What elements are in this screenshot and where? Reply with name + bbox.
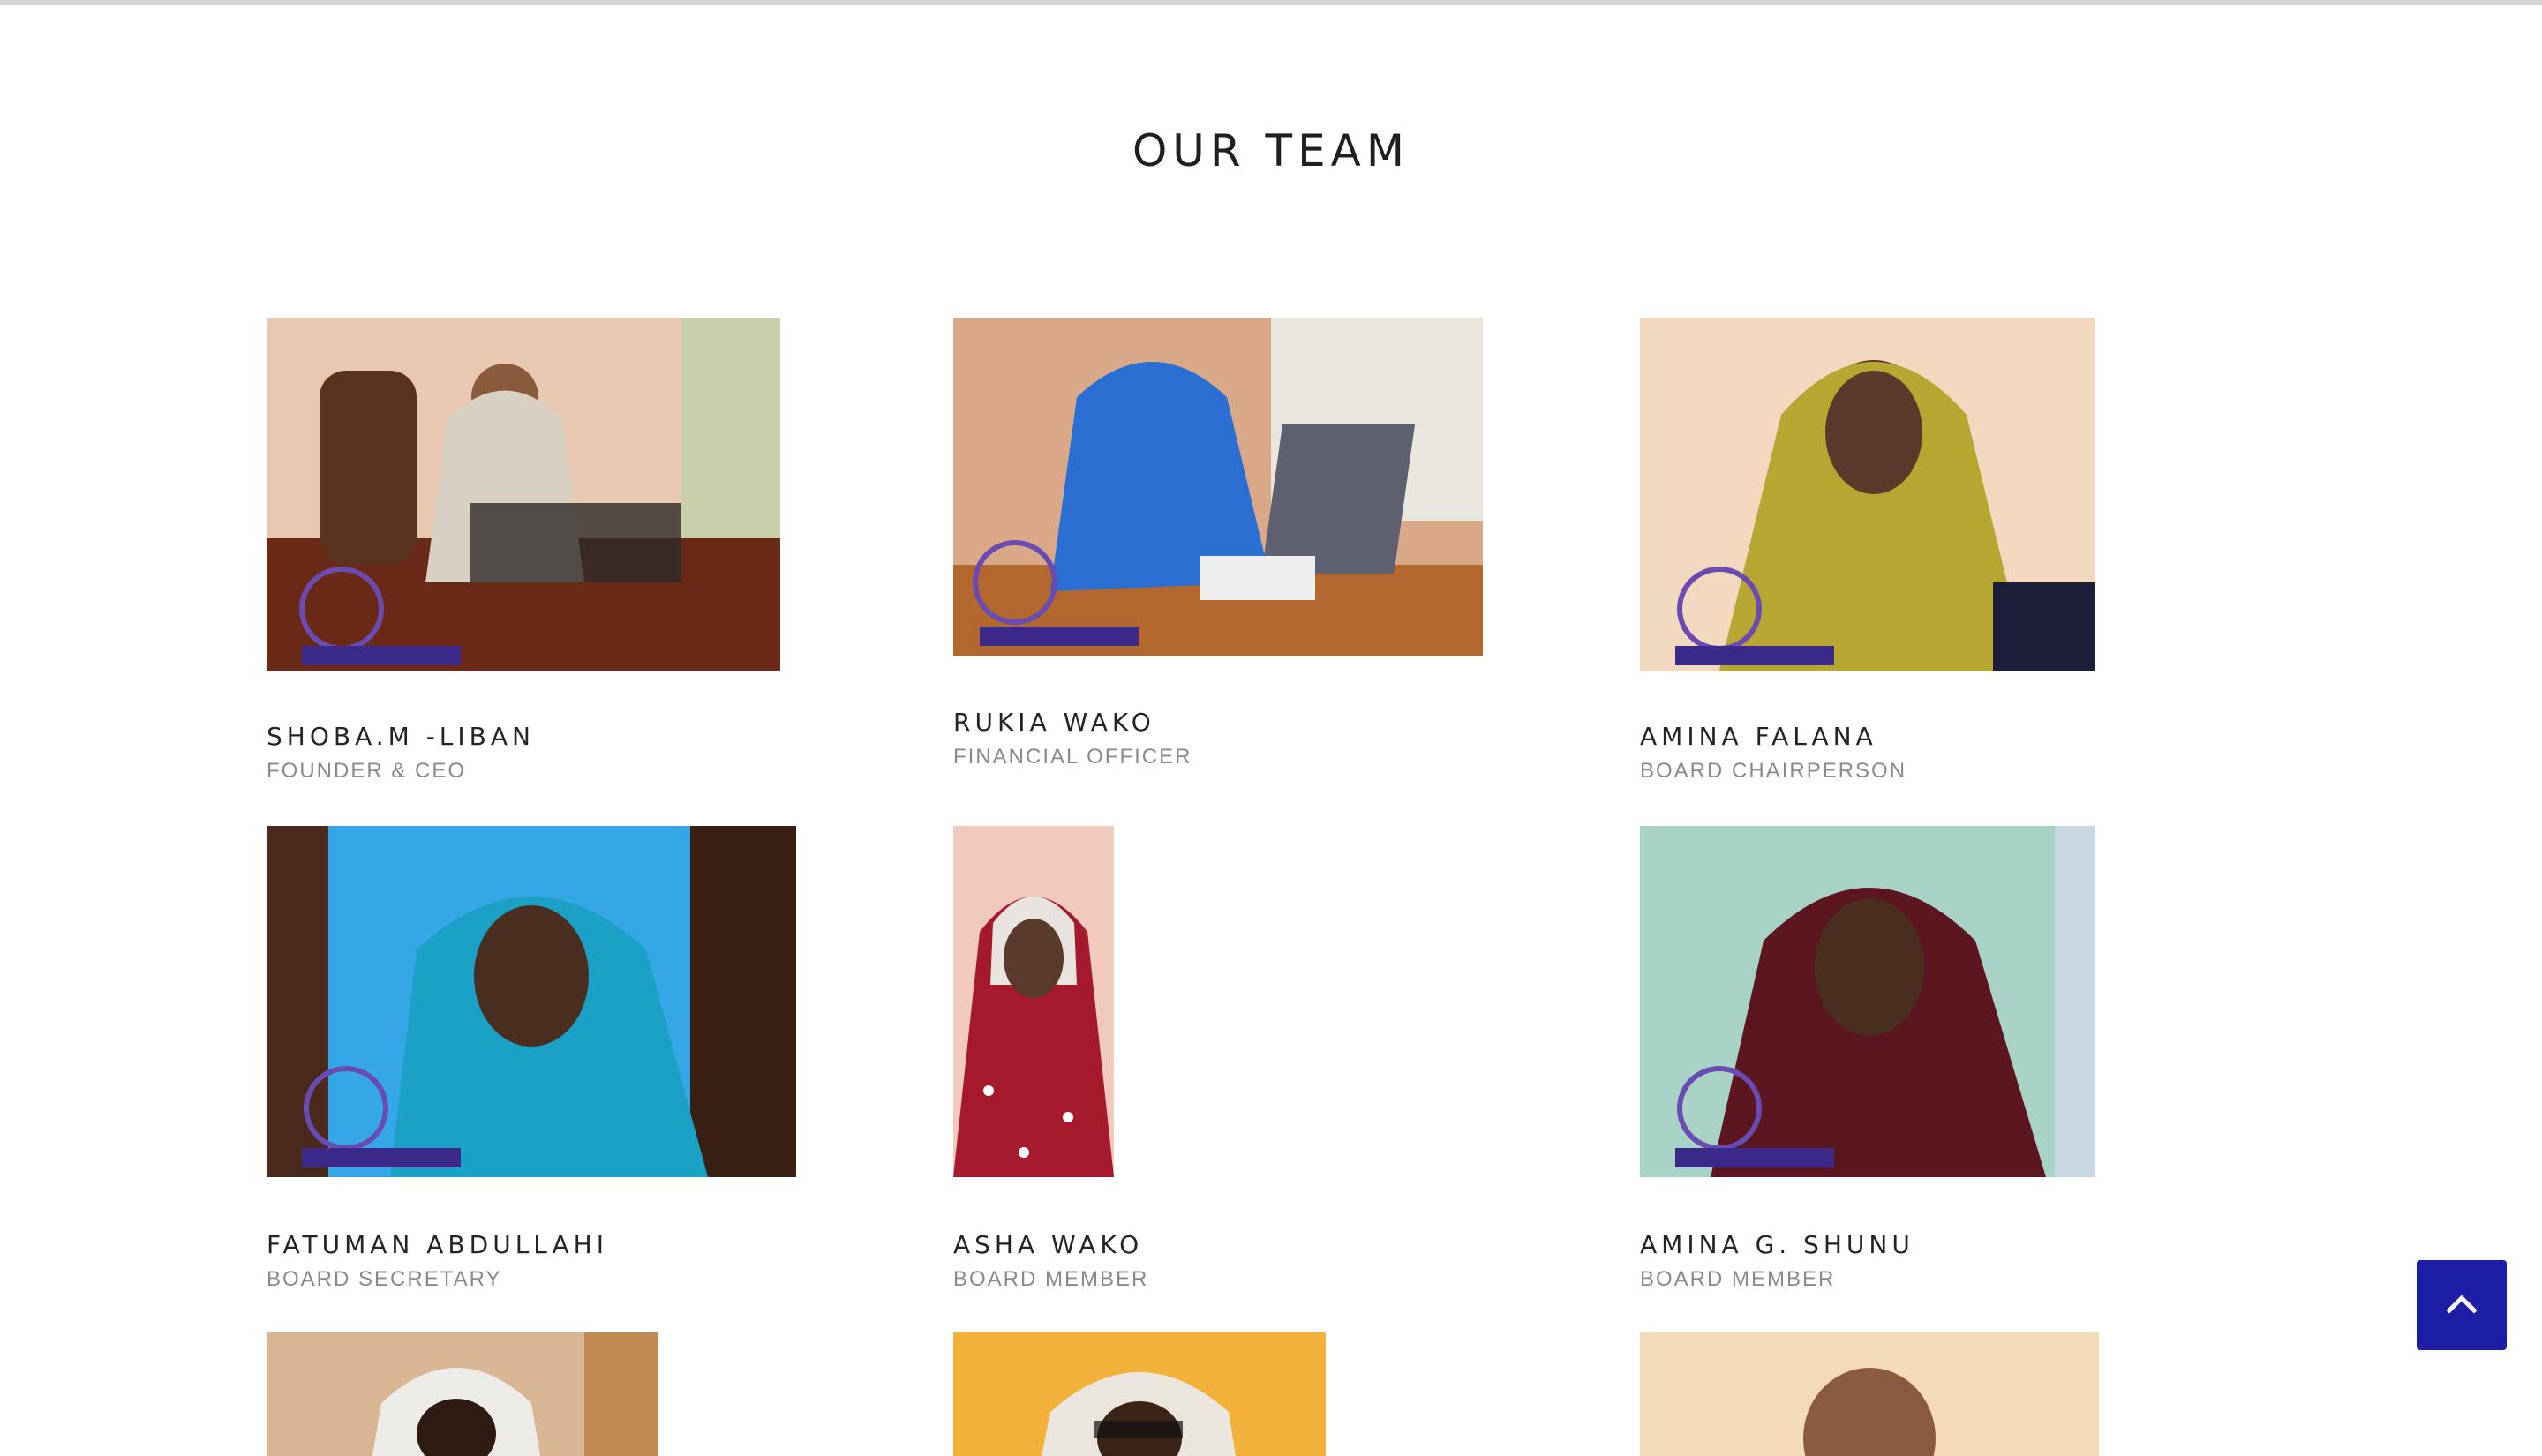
member-photo [267,1332,658,1456]
member-name: SHOBA.M -LIBAN [267,722,535,751]
member-photo [953,826,1114,1177]
header-divider [0,0,2542,5]
member-photo [953,318,1483,656]
chevron-up-icon [2442,1284,2481,1327]
page: OUR TEAM SHOBA.M -LIBAN FOUNDER & CEO RU… [0,0,2542,1456]
member-role: FOUNDER & CEO [267,759,467,783]
member-name: ASHA WAKO [953,1230,1144,1259]
member-photo [267,318,780,671]
member-name: AMINA G. SHUNU [1640,1230,1914,1259]
member-role: BOARD MEMBER [1640,1267,1836,1291]
member-photo [1640,318,2095,671]
member-name: FATUMAN ABDULLAHI [267,1230,608,1259]
member-role: FINANCIAL OFFICER [953,745,1192,769]
member-role: BOARD SECRETARY [267,1267,502,1291]
back-to-top-button[interactable] [2417,1260,2507,1350]
member-photo [953,1332,1326,1456]
member-photo [267,826,796,1177]
member-name: RUKIA WAKO [953,708,1155,737]
member-role: BOARD MEMBER [953,1267,1149,1291]
member-name: AMINA FALANA [1640,722,1877,751]
member-photo [1640,1332,2099,1456]
member-photo [1640,826,2095,1177]
section-title: OUR TEAM [1132,124,1410,176]
member-role: BOARD CHAIRPERSON [1640,759,1907,783]
